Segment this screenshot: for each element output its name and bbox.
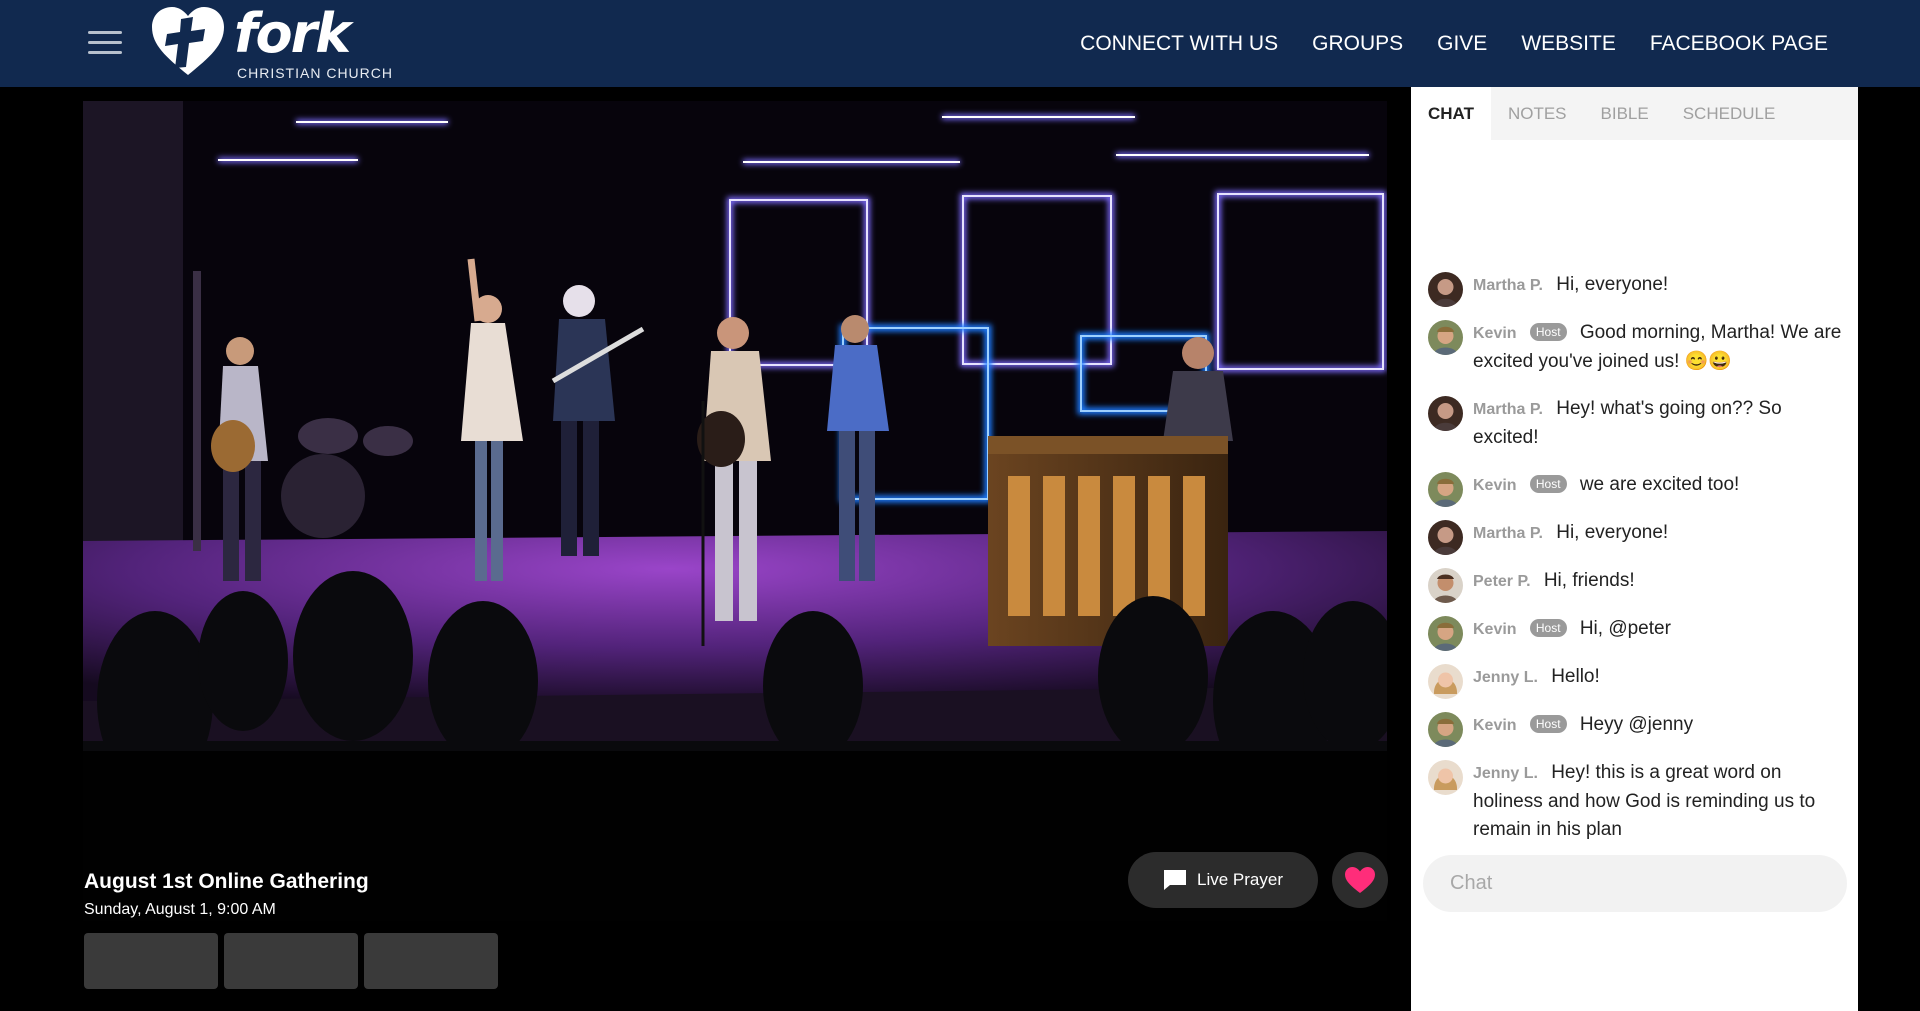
message-text: Hello! (1551, 666, 1600, 687)
worship-stage-image (83, 101, 1387, 921)
chat-message: Kevin Host we are excited too! (1428, 471, 1848, 507)
chat-message: Martha P. Hi, everyone! (1428, 271, 1848, 307)
tab-bible[interactable]: BIBLE (1584, 87, 1666, 140)
logo-subtitle: CHRISTIAN CHURCH (237, 65, 393, 81)
event-button-1[interactable] (84, 933, 218, 989)
message-author: Martha P. (1473, 525, 1543, 542)
top-header: fork CHRISTIAN CHURCH CONNECT WITH US GR… (0, 0, 1920, 87)
message-author: Kevin (1473, 621, 1517, 638)
tab-schedule[interactable]: SCHEDULE (1666, 87, 1793, 140)
chat-message: Jenny L. Hello! (1428, 663, 1848, 699)
nav-facebook-page[interactable]: FACEBOOK PAGE (1650, 32, 1828, 56)
logo-wordmark[interactable]: fork (234, 2, 351, 66)
event-button-3[interactable] (364, 933, 498, 989)
main-nav: CONNECT WITH US GROUPS GIVE WEBSITE FACE… (1080, 0, 1828, 87)
message-text: Hi, everyone! (1556, 274, 1669, 295)
chat-message: Martha P. Hi, everyone! (1428, 519, 1848, 555)
message-author: Martha P. (1473, 277, 1543, 294)
message-author: Jenny L. (1473, 765, 1538, 782)
tab-notes[interactable]: NOTES (1491, 87, 1584, 140)
chat-message: Kevin Host Good morning, Martha! We are … (1428, 319, 1848, 376)
host-badge: Host (1529, 323, 1567, 341)
host-badge: Host (1529, 475, 1567, 493)
nav-give[interactable]: GIVE (1437, 32, 1487, 56)
avatar[interactable] (1428, 616, 1463, 651)
chat-message: Peter P. Hi, friends! (1428, 567, 1848, 603)
heart-button[interactable] (1332, 852, 1388, 908)
nav-website[interactable]: WEBSITE (1521, 32, 1616, 56)
host-badge: Host (1529, 715, 1567, 733)
message-text: Hi, friends! (1543, 570, 1635, 591)
church-logo-mark[interactable] (148, 5, 228, 79)
message-text: Hi, @peter (1579, 618, 1671, 639)
message-author: Kevin (1473, 477, 1517, 494)
avatar[interactable] (1428, 320, 1463, 355)
message-text: Hi, everyone! (1556, 522, 1669, 543)
video-section: August 1st Online Gathering Sunday, Augu… (0, 87, 1411, 1011)
video-player[interactable] (83, 101, 1387, 921)
event-title: August 1st Online Gathering (84, 870, 369, 893)
event-date: Sunday, August 1, 9:00 AM (84, 901, 276, 918)
right-edge-strip (1858, 87, 1920, 1011)
menu-icon[interactable] (88, 31, 122, 55)
chat-message-list: Martha P. Hi, everyone! Kevin Host Good … (1428, 271, 1848, 863)
avatar[interactable] (1428, 472, 1463, 507)
message-author: Martha P. (1473, 401, 1543, 418)
event-button-row (84, 933, 498, 989)
nav-groups[interactable]: GROUPS (1312, 32, 1403, 56)
message-author: Kevin (1473, 325, 1517, 342)
chat-message: Kevin Host Hi, @peter (1428, 615, 1848, 651)
chat-bubble-icon (1164, 870, 1186, 890)
panel-tabs: CHAT NOTES BIBLE SCHEDULE (1411, 87, 1858, 140)
live-prayer-button[interactable]: Live Prayer (1128, 852, 1318, 908)
chat-input[interactable] (1423, 855, 1847, 912)
tab-chat[interactable]: CHAT (1411, 87, 1491, 140)
message-text: Heyy @jenny (1579, 714, 1694, 735)
message-text: Good morning, Martha! We are excited you… (1473, 322, 1842, 372)
chat-panel: CHAT NOTES BIBLE SCHEDULE Martha P. Hi, … (1411, 87, 1858, 1011)
message-text: we are excited too! (1579, 474, 1740, 495)
live-prayer-label: Live Prayer (1197, 870, 1283, 889)
event-button-2[interactable] (224, 933, 358, 989)
avatar[interactable] (1428, 760, 1463, 795)
chat-message: Jenny L. Hey! this is a great word on ho… (1428, 759, 1848, 844)
message-author: Kevin (1473, 717, 1517, 734)
heart-icon (1345, 867, 1375, 893)
host-badge: Host (1529, 619, 1567, 637)
message-author: Jenny L. (1473, 669, 1538, 686)
chat-message: Martha P. Hey! what's going on?? So exci… (1428, 395, 1848, 452)
chat-message: Kevin Host Heyy @jenny (1428, 711, 1848, 747)
nav-connect-with-us[interactable]: CONNECT WITH US (1080, 32, 1278, 56)
avatar[interactable] (1428, 520, 1463, 555)
avatar[interactable] (1428, 664, 1463, 699)
avatar[interactable] (1428, 568, 1463, 603)
avatar[interactable] (1428, 712, 1463, 747)
message-author: Peter P. (1473, 573, 1531, 590)
avatar[interactable] (1428, 272, 1463, 307)
avatar[interactable] (1428, 396, 1463, 431)
